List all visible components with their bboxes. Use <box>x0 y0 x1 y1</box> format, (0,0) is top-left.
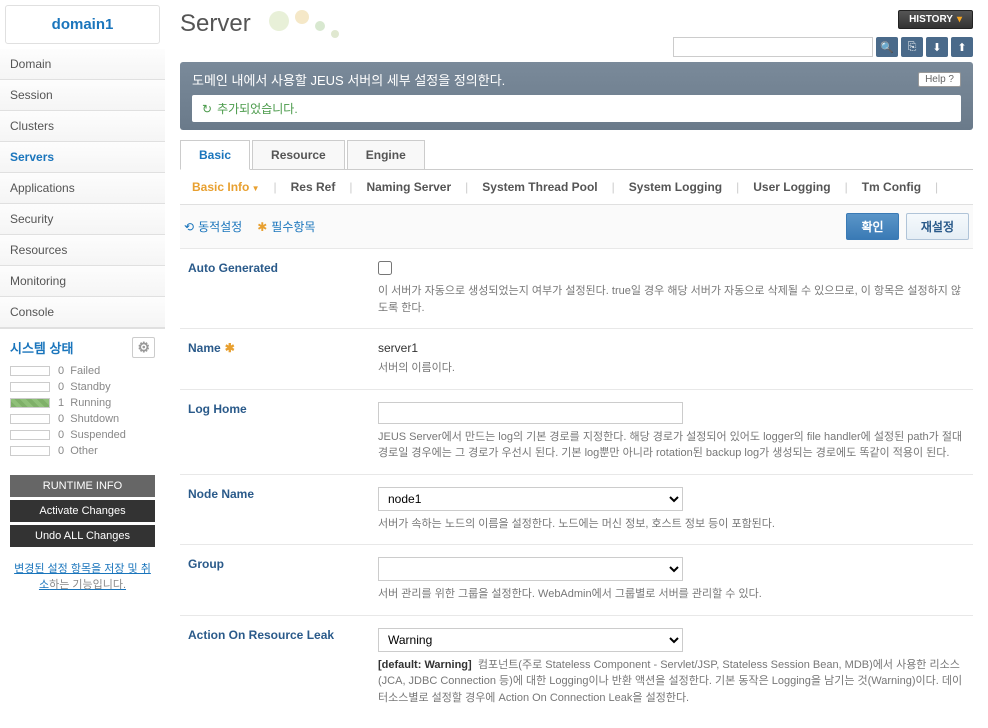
decorative-dots <box>266 10 342 38</box>
sidebar-item-clusters[interactable]: Clusters <box>0 111 165 142</box>
desc-action-leak: [default: Warning] 컴포넌트(주로 Stateless Com… <box>378 657 965 707</box>
reset-button[interactable]: 재설정 <box>906 213 969 240</box>
subtab-basic-info[interactable]: Basic Info <box>188 180 264 194</box>
status-config-icon[interactable]: ⚙ <box>132 337 155 358</box>
label-log-home: Log Home <box>188 402 378 416</box>
node-name-select[interactable]: node1 <box>378 487 683 511</box>
sidebar: domain1 Domain Session Clusters Servers … <box>0 0 165 728</box>
sidebar-note: 변경된 설정 항목을 저장 및 취소하는 기능입니다. <box>0 555 165 597</box>
desc-name: 서버의 이름이다. <box>378 360 965 377</box>
label-name: Name✱ <box>188 341 378 355</box>
legend-dynamic: ⟲ 동적설정 <box>184 218 242 235</box>
tab-engine[interactable]: Engine <box>347 140 425 169</box>
subtab-user-logging[interactable]: User Logging <box>749 180 834 194</box>
tab-basic[interactable]: Basic <box>180 140 250 170</box>
runtime-info-button[interactable]: RUNTIME INFO <box>10 475 155 497</box>
page-title: Server <box>180 10 342 38</box>
help-button[interactable]: Help <box>918 72 961 87</box>
group-select[interactable] <box>378 557 683 581</box>
activate-changes-button[interactable]: Activate Changes <box>10 500 155 522</box>
required-icon: ✱ <box>225 341 235 355</box>
status-header: 시스템 상태 ⚙ <box>10 337 155 363</box>
sidebar-item-resources[interactable]: Resources <box>0 235 165 266</box>
name-value: server1 <box>378 341 965 355</box>
action-leak-select[interactable]: Warning <box>378 628 683 652</box>
desc-node-name: 서버가 속하는 노드의 이름을 설정한다. 노드에는 머신 정보, 호스트 정보… <box>378 516 965 533</box>
confirm-button[interactable]: 확인 <box>846 213 898 240</box>
search-icon[interactable]: 🔍 <box>876 37 898 57</box>
subtab-naming-server[interactable]: Naming Server <box>362 180 455 194</box>
auto-generated-checkbox[interactable] <box>378 261 392 275</box>
sidebar-item-servers[interactable]: Servers <box>0 142 165 173</box>
undo-changes-button[interactable]: Undo ALL Changes <box>10 525 155 547</box>
subtab-system-logging[interactable]: System Logging <box>625 180 726 194</box>
sidebar-item-session[interactable]: Session <box>0 80 165 111</box>
info-bar: 도메인 내에서 사용할 JEUS 서버의 세부 설정을 정의한다. Help ↻… <box>180 62 973 130</box>
required-icon: ✱ <box>257 220 267 234</box>
tabs: Basic Resource Engine <box>180 140 973 170</box>
desc-log-home: JEUS Server에서 만드는 log의 기본 경로를 지정한다. 해당 경… <box>378 429 965 462</box>
desc-group: 서버 관리를 위한 그룹을 설정한다. WebAdmin에서 그룹별로 서버를 … <box>378 586 965 603</box>
refresh-icon: ↻ <box>202 102 212 116</box>
subtab-tm-config[interactable]: Tm Config <box>858 180 925 194</box>
success-message: ↻ 추가되었습니다. <box>192 95 961 122</box>
history-button[interactable]: HISTORY <box>898 10 973 29</box>
sidebar-item-domain[interactable]: Domain <box>0 49 165 80</box>
domain-header[interactable]: domain1 <box>5 5 160 44</box>
legend-required: ✱ 필수항목 <box>257 218 315 235</box>
label-group: Group <box>188 557 378 571</box>
main-content: Server HISTORY 🔍 ⎘ ⬇ ⬆ 도메인 내에서 사용할 JEUS … <box>165 0 988 728</box>
dynamic-icon: ⟲ <box>184 220 194 234</box>
label-auto-generated: Auto Generated <box>188 261 378 275</box>
sidebar-item-monitoring[interactable]: Monitoring <box>0 266 165 297</box>
sub-tabs: Basic Info | Res Ref | Naming Server | S… <box>180 170 973 205</box>
xml-export-icon[interactable]: ⬆ <box>951 37 973 57</box>
xml-import-icon[interactable]: ⬇ <box>926 37 948 57</box>
label-node-name: Node Name <box>188 487 378 501</box>
export-icon[interactable]: ⎘ <box>901 37 923 57</box>
sidebar-item-applications[interactable]: Applications <box>0 173 165 204</box>
desc-auto-generated: 이 서버가 자동으로 생성되었는지 여부가 설정된다. true일 경우 해당 … <box>378 283 965 316</box>
label-action-leak: Action On Resource Leak <box>188 628 378 642</box>
search-input[interactable] <box>673 37 873 57</box>
subtab-res-ref[interactable]: Res Ref <box>287 180 340 194</box>
log-home-input[interactable] <box>378 402 683 424</box>
subtab-thread-pool[interactable]: System Thread Pool <box>478 180 601 194</box>
sidebar-item-security[interactable]: Security <box>0 204 165 235</box>
tab-resource[interactable]: Resource <box>252 140 345 169</box>
sidebar-item-console[interactable]: Console <box>0 297 165 328</box>
